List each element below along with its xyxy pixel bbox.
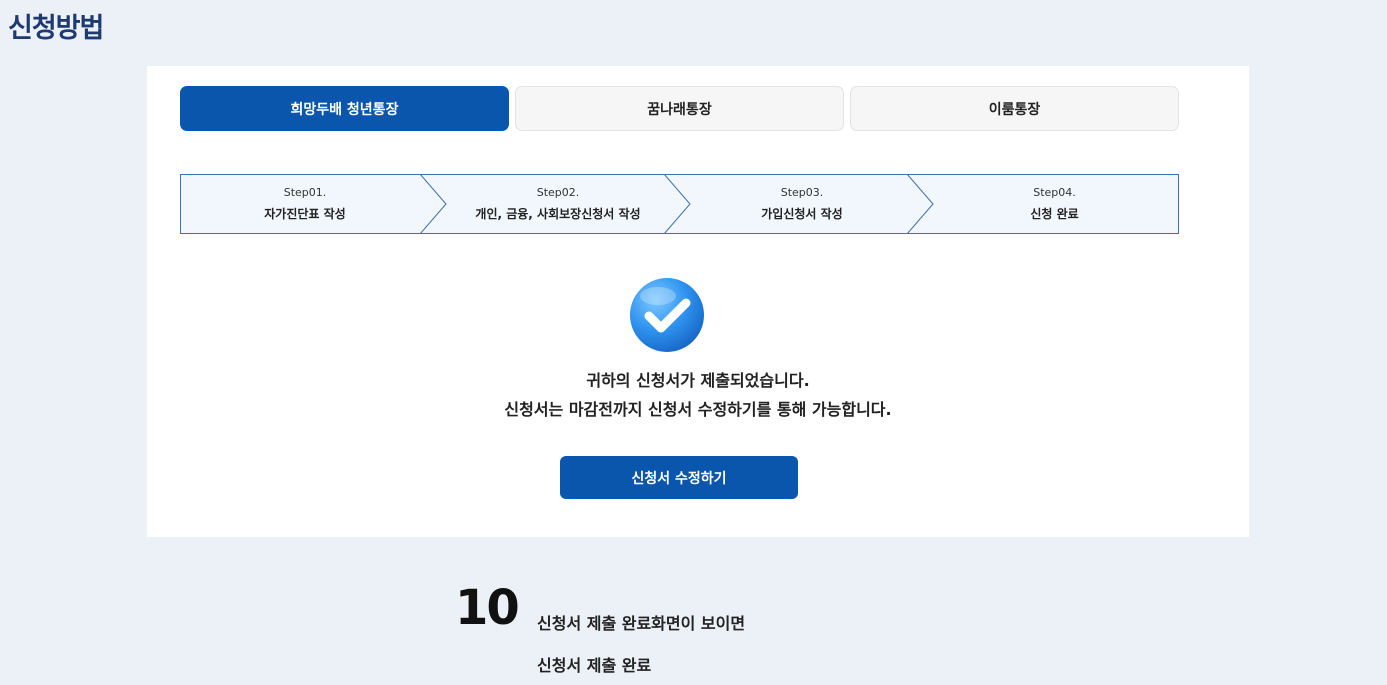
tab-dream-wing-account[interactable]: 꿈나래통장 xyxy=(515,86,844,131)
step-4: Step04. 신청 완료 xyxy=(930,174,1179,234)
step-label: 가입신청서 작성 xyxy=(761,207,843,221)
step-label: 자가진단표 작성 xyxy=(264,207,346,221)
caption-line-1: 신청서 제출 완료화면이 보이면 xyxy=(537,614,746,633)
tab-hope-double-youth-account[interactable]: 희망두배 청년통장 xyxy=(180,86,509,131)
step-progress: Step01. 자가진단표 작성 Step02. 개인, 금융, 사회보장신청서… xyxy=(180,174,1179,234)
section-title: 신청방법 xyxy=(8,13,104,44)
step-number: Step04. xyxy=(1033,186,1076,199)
step-label: 신청 완료 xyxy=(1030,207,1079,221)
step-2: Step02. 개인, 금융, 사회보장신청서 작성 xyxy=(442,174,674,234)
submission-message: 귀하의 신청서가 제출되었습니다. 신청서는 마감전까지 신청서 수정하기를 통… xyxy=(147,366,1249,424)
message-line-2: 신청서는 마감전까지 신청서 수정하기를 통해 가능합니다. xyxy=(504,400,892,419)
caption-line-2: 신청서 제출 완료 xyxy=(537,656,652,675)
edit-application-button[interactable]: 신청서 수정하기 xyxy=(560,456,798,499)
step-number: Step02. xyxy=(536,186,580,199)
caption-step-number: 10 xyxy=(455,580,520,636)
step-1: Step01. 자가진단표 작성 xyxy=(180,174,430,234)
step-label: 개인, 금융, 사회보장신청서 작성 xyxy=(475,207,641,221)
check-circle-icon xyxy=(628,276,706,354)
step-3: Step03. 가입신청서 작성 xyxy=(686,174,918,234)
account-tabs: 희망두배 청년통장 꿈나래통장 이룸통장 xyxy=(180,86,1179,131)
application-panel: 희망두배 청년통장 꿈나래통장 이룸통장 Step01. 자가진단표 작성 St… xyxy=(147,66,1249,537)
step-number: Step03. xyxy=(780,186,824,199)
step-number: Step01. xyxy=(283,186,327,199)
tab-ireum-account[interactable]: 이룸통장 xyxy=(850,86,1179,131)
message-line-1: 귀하의 신청서가 제출되었습니다. xyxy=(586,371,810,390)
